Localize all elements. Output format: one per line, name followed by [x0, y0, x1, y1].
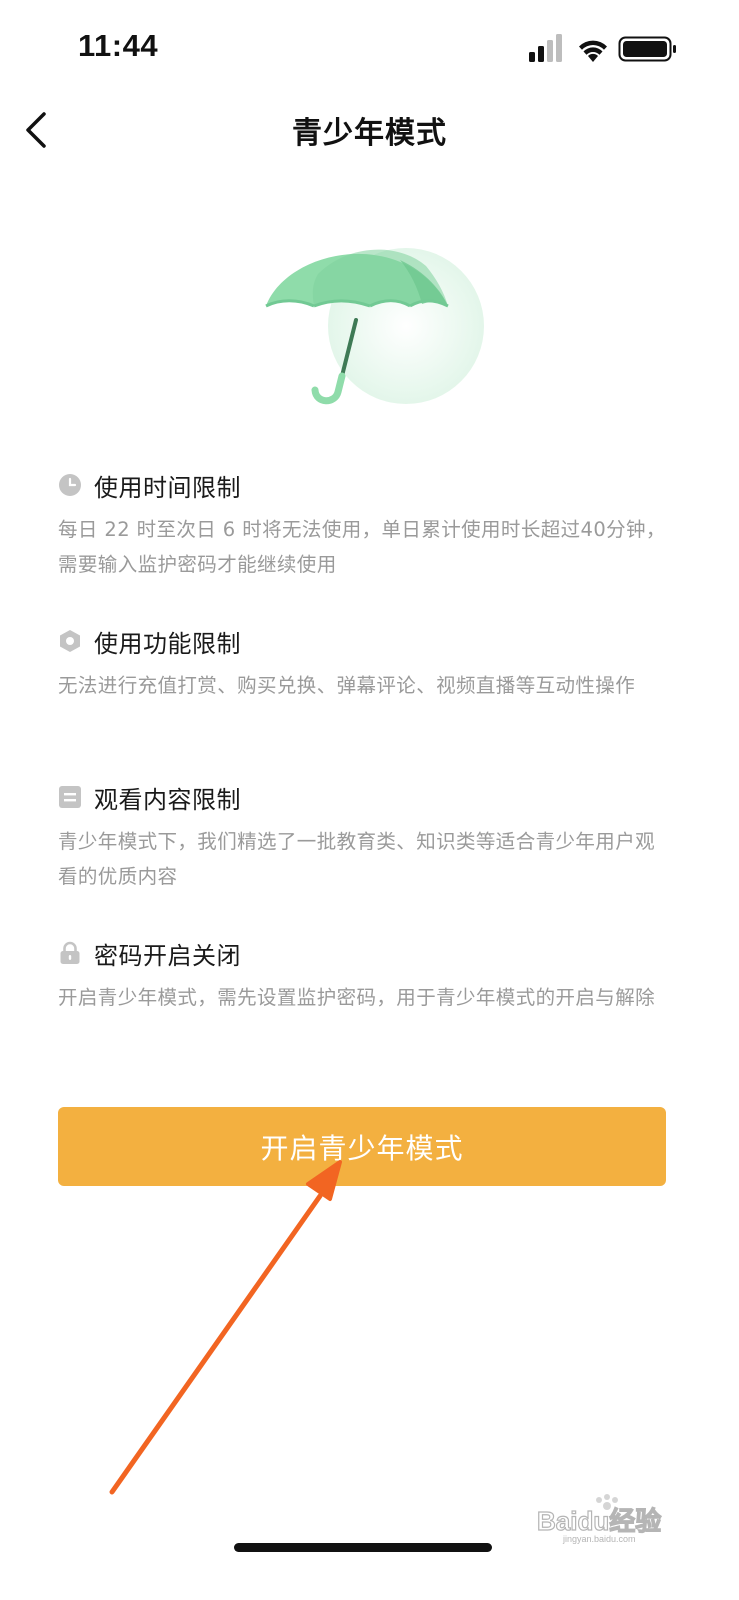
feature-description: 无法进行充值打赏、购买兑换、弹幕评论、视频直播等互动性操作: [58, 674, 636, 697]
wifi-icon: [579, 40, 607, 62]
clock-icon: [59, 474, 81, 496]
feature-description: 每日 22 时至次日 6 时将无法使用，单日累计使用时长超过40分钟，需要输入监…: [58, 518, 666, 576]
status-bar: 11:44: [0, 0, 739, 96]
feature-description: 青少年模式下，我们精选了一批教育类、知识类等适合青少年用户观看的优质内容: [58, 830, 656, 888]
home-indicator[interactable]: [234, 1543, 492, 1552]
button-label: 开启青少年模式: [260, 1131, 464, 1165]
feature-function-limit: 使用功能限制 无法进行充值打赏、购买兑换、弹幕评论、视频直播等互动性操作: [58, 622, 668, 778]
nav-bar: 青少年模式: [0, 96, 739, 162]
feature-list: 使用时间限制 每日 22 时至次日 6 时将无法使用，单日累计使用时长超过40分…: [58, 466, 668, 1090]
hexagon-icon: [60, 630, 80, 652]
feature-title: 观看内容限制: [94, 786, 241, 814]
content-icon: [59, 786, 81, 808]
umbrella-illustration: [265, 248, 484, 405]
feature-content-limit: 观看内容限制 青少年模式下，我们精选了一批教育类、知识类等适合青少年用户观看的优…: [58, 778, 668, 934]
feature-description: 开启青少年模式，需先设置监护密码，用于青少年模式的开启与解除: [58, 986, 656, 1009]
feature-password: 密码开启关闭 开启青少年模式，需先设置监护密码，用于青少年模式的开启与解除: [58, 934, 668, 1090]
svg-text:Baidu经验: Baidu经验: [537, 1506, 661, 1536]
lock-icon: [60, 941, 80, 964]
feature-time-limit: 使用时间限制 每日 22 时至次日 6 时将无法使用，单日累计使用时长超过40分…: [58, 466, 668, 622]
svg-text:jingyan.baidu.com: jingyan.baidu.com: [562, 1534, 636, 1544]
status-time: 11:44: [78, 28, 159, 63]
enable-teen-mode-button[interactable]: 开启青少年模式: [58, 1107, 666, 1186]
feature-title: 密码开启关闭: [94, 942, 241, 970]
baidu-jingyan-watermark: Baidu经验 jingyan.baidu.com: [537, 1494, 662, 1544]
signal-icon: [529, 34, 562, 62]
battery-icon: [618, 36, 676, 62]
feature-title: 使用时间限制: [94, 474, 241, 502]
page-title: 青少年模式: [292, 116, 447, 151]
feature-title: 使用功能限制: [94, 630, 241, 658]
status-icons: [529, 34, 676, 62]
